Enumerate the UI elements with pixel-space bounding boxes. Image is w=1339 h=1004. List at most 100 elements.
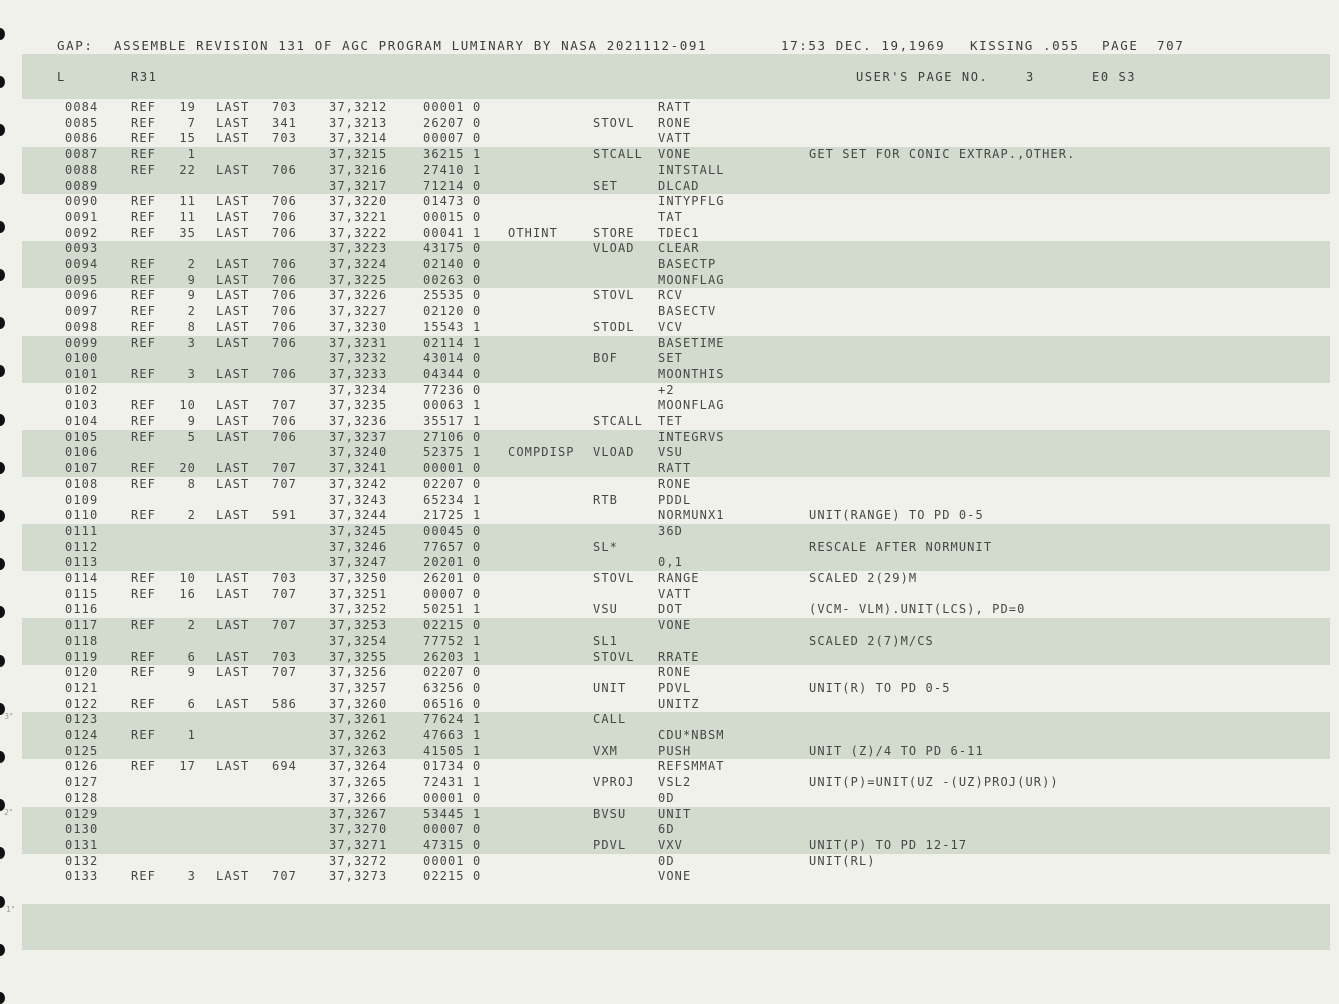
cell-code: 00063 1 bbox=[423, 398, 482, 413]
cell-code: 36215 1 bbox=[423, 147, 482, 162]
listing-row: 0119 REF 6 LAST 703 37,3255 26203 1 STOVL RRATE bbox=[0, 650, 1339, 666]
cell-line: 0093 bbox=[65, 241, 99, 256]
cell-code: 47315 0 bbox=[423, 837, 482, 852]
cell-cmt: (VCM- VLM).UNIT(LCS), PD=0 bbox=[809, 602, 1026, 617]
cell-lastn: 694 bbox=[272, 759, 297, 774]
cell-line: 0108 bbox=[65, 476, 99, 491]
cell-addr: 37,3235 bbox=[329, 398, 388, 413]
listing-row: 0087 REF 1 37,3215 36215 1 STCALL VONE GET SET … bbox=[0, 147, 1339, 163]
cell-op: STOVL bbox=[593, 649, 635, 664]
cell-ref: REF bbox=[131, 100, 156, 114]
cell-line: 0113 bbox=[65, 555, 99, 570]
cell-line: 0131 bbox=[65, 837, 99, 852]
cell-code: 00007 0 bbox=[423, 586, 482, 601]
cell-ref: REF bbox=[131, 147, 156, 162]
cell-code: 35517 1 bbox=[423, 414, 482, 428]
cell-cmt: UNIT(RL) bbox=[809, 853, 876, 868]
cell-lastn: 707 bbox=[272, 665, 297, 680]
cell-arg: VATT bbox=[658, 586, 692, 601]
cell-lastn: 703 bbox=[272, 100, 297, 114]
cell-line: 0122 bbox=[65, 696, 99, 711]
cell-lastn: 706 bbox=[272, 335, 297, 350]
cell-addr: 37,3221 bbox=[329, 209, 388, 224]
cell-last: LAST bbox=[216, 304, 250, 319]
header-page-label: PAGE bbox=[1102, 38, 1139, 53]
cell-lastn: 707 bbox=[272, 586, 297, 601]
cell-last: LAST bbox=[216, 319, 250, 334]
cell-op: STCALL bbox=[593, 414, 643, 428]
cell-code: 00263 0 bbox=[423, 272, 482, 287]
cell-addr: 37,3264 bbox=[329, 759, 388, 774]
cell-line: 0107 bbox=[65, 461, 99, 476]
cell-addr: 37,3241 bbox=[329, 461, 388, 476]
cell-ref: REF bbox=[131, 414, 156, 428]
cell-addr: 37,3217 bbox=[329, 178, 388, 193]
listing-row: 0132 37,3272 00001 0 0D UNIT(RL) bbox=[0, 854, 1339, 870]
cell-cmt: UNIT(RANGE) TO PD 0-5 bbox=[809, 508, 984, 523]
listing-row: 0092 REF 35 LAST 706 37,3222 00041 1 OTHINT STOR… bbox=[0, 226, 1339, 242]
cell-op: STOVL bbox=[593, 571, 635, 585]
cell-refn: 8 bbox=[187, 476, 196, 491]
cell-arg: TDEC1 bbox=[658, 225, 700, 240]
cell-addr: 37,3213 bbox=[329, 115, 388, 130]
cell-ref: REF bbox=[131, 131, 156, 146]
listing-row: 0117 REF 2 LAST 707 37,3253 02215 0 VONE bbox=[0, 618, 1339, 634]
listing-row: 0099 REF 3 LAST 706 37,3231 02114 1 BASETIME bbox=[0, 336, 1339, 352]
listing-row: 0121 37,3257 63256 0 UNIT PDVL UNIT(R) TO PD … bbox=[0, 681, 1339, 697]
cell-addr: 37,3261 bbox=[329, 712, 388, 727]
cell-op: SL* bbox=[593, 539, 618, 554]
cell-last: LAST bbox=[216, 209, 250, 224]
users-page-label: USER'S PAGE NO. bbox=[856, 70, 989, 84]
cell-line: 0099 bbox=[65, 335, 99, 350]
cell-code: 41505 1 bbox=[423, 743, 482, 758]
cell-cmt: UNIT(P)=UNIT(UZ -(UZ)PROJ(UR)) bbox=[809, 775, 1059, 790]
cell-refn: 11 bbox=[179, 209, 196, 224]
cell-arg: INTEGRVS bbox=[658, 429, 725, 444]
cell-code: 72431 1 bbox=[423, 775, 482, 790]
cell-addr: 37,3265 bbox=[329, 775, 388, 790]
cell-code: 47663 1 bbox=[423, 728, 482, 742]
cell-code: 52375 1 bbox=[423, 445, 482, 460]
cell-ref: REF bbox=[131, 869, 156, 884]
cell-arg: VXV bbox=[658, 837, 683, 852]
cell-cmt: RESCALE AFTER NORMUNIT bbox=[809, 539, 993, 554]
cell-code: 02215 0 bbox=[423, 618, 482, 633]
cell-arg: VSL2 bbox=[658, 775, 692, 790]
cell-refn: 6 bbox=[187, 696, 196, 711]
cell-line: 0090 bbox=[65, 194, 99, 209]
cell-code: 02140 0 bbox=[423, 257, 482, 271]
listing-row: 0091 REF 11 LAST 706 37,3221 00015 0 TAT bbox=[0, 210, 1339, 226]
cell-lastn: 706 bbox=[272, 429, 297, 444]
cell-ref: REF bbox=[131, 728, 156, 742]
listing-row: 0115 REF 16 LAST 707 37,3251 00007 0 VATT bbox=[0, 587, 1339, 603]
cell-arg: DOT bbox=[658, 602, 683, 617]
listing-row: 0116 37,3252 50251 1 VSU DOT (VCM- VLM).UNIT(… bbox=[0, 602, 1339, 618]
cell-last: LAST bbox=[216, 696, 250, 711]
listing-row: 0129 37,3267 53445 1 BVSU UNIT bbox=[0, 807, 1339, 823]
cell-addr: 37,3216 bbox=[329, 162, 388, 177]
cell-addr: 37,3242 bbox=[329, 476, 388, 491]
cell-ref: REF bbox=[131, 304, 156, 319]
cell-arg: BASECTV bbox=[658, 304, 717, 319]
cell-arg: VONE bbox=[658, 869, 692, 884]
cell-addr: 37,3234 bbox=[329, 382, 388, 397]
listing-row: 0102 37,3234 77236 0 +2 bbox=[0, 383, 1339, 399]
cell-last: LAST bbox=[216, 272, 250, 287]
cell-refn: 3 bbox=[187, 869, 196, 884]
cell-addr: 37,3245 bbox=[329, 523, 388, 538]
cell-refn: 6 bbox=[187, 649, 196, 664]
cell-addr: 37,3247 bbox=[329, 555, 388, 570]
cell-last: LAST bbox=[216, 366, 250, 381]
cell-lastn: 706 bbox=[272, 304, 297, 319]
listing-row: 0112 37,3246 77657 0 SL* RESCALE AFTER NORMU… bbox=[0, 540, 1339, 556]
cell-addr: 37,3251 bbox=[329, 586, 388, 601]
cell-arg: +2 bbox=[658, 382, 675, 397]
listing-row: 0096 REF 9 LAST 706 37,3226 25535 0 STOVL RCV bbox=[0, 288, 1339, 304]
header-name: KISSING .055 bbox=[970, 38, 1080, 53]
cell-op: PDVL bbox=[593, 837, 627, 852]
cell-refn: 2 bbox=[187, 618, 196, 633]
header-title: ASSEMBLE REVISION 131 OF AGC PROGRAM LUM… bbox=[114, 38, 708, 53]
cell-arg: RCV bbox=[658, 288, 683, 303]
listing-row: 0120 REF 9 LAST 707 37,3256 02207 0 RONE bbox=[0, 665, 1339, 681]
cell-addr: 37,3255 bbox=[329, 649, 388, 664]
